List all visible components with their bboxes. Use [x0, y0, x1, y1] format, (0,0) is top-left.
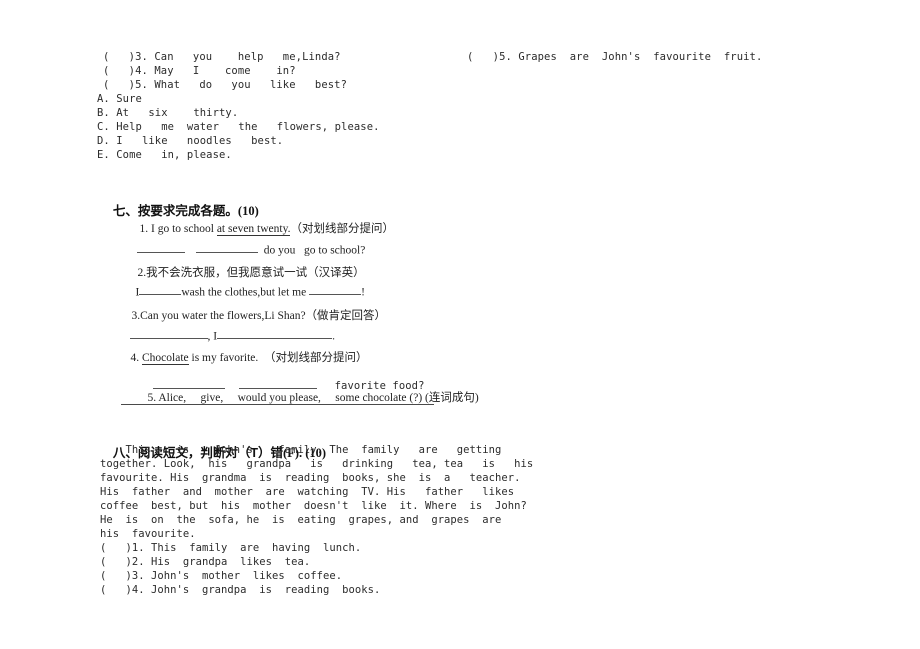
- matching-option-e: E. Come in, please.: [97, 149, 232, 161]
- passage-line-6: He is on the sofa, he is eating grapes, …: [100, 514, 502, 526]
- q2-blank-1[interactable]: [139, 285, 182, 296]
- passage-line-7: his favourite.: [100, 528, 196, 540]
- tf-item-4: ( )4. John's grandpa is reading books.: [100, 584, 381, 596]
- document-page: ( )3. Can you help me,Linda? ( )4. May I…: [0, 0, 920, 649]
- q5-prompt: 5. Alice, give, would you please, some c…: [136, 377, 479, 417]
- matching-right-item-5: ( )5. Grapes are John's favourite fruit.: [467, 51, 763, 63]
- passage-line-1: This is John's family. The family are ge…: [100, 444, 502, 456]
- passage-line-2: together. Look, his grandpa is drinking …: [100, 458, 534, 470]
- matching-option-a: A. Sure: [97, 93, 142, 105]
- matching-option-b: B. At six thirty.: [97, 107, 239, 119]
- q5-number: 5.: [147, 392, 157, 404]
- q2-blank-2[interactable]: [309, 285, 362, 296]
- passage-line-5: coffee best, but his mother doesn't like…: [100, 500, 527, 512]
- tf-item-1: ( )1. This family are having lunch.: [100, 542, 362, 554]
- matching-left-item-3: ( )3. Can you help me,Linda?: [103, 51, 341, 63]
- q5-prompt-text: Alice, give, would you please, some choc…: [156, 392, 479, 404]
- matching-option-d: D. I like noodles best.: [97, 135, 284, 147]
- matching-left-item-5: ( )5. What do you like best?: [103, 79, 348, 91]
- matching-option-c: C. Help me water the flowers, please.: [97, 121, 380, 133]
- tf-item-2: ( )2. His grandpa likes tea.: [100, 556, 311, 568]
- tf-item-3: ( )3. John's mother likes coffee.: [100, 570, 343, 582]
- q5-answer-rule[interactable]: [121, 404, 434, 405]
- matching-left-item-4: ( )4. May I come in?: [103, 65, 296, 77]
- passage-line-4: His father and mother are watching TV. H…: [100, 486, 515, 498]
- passage-line-3: favourite. His grandma is reading books,…: [100, 472, 521, 484]
